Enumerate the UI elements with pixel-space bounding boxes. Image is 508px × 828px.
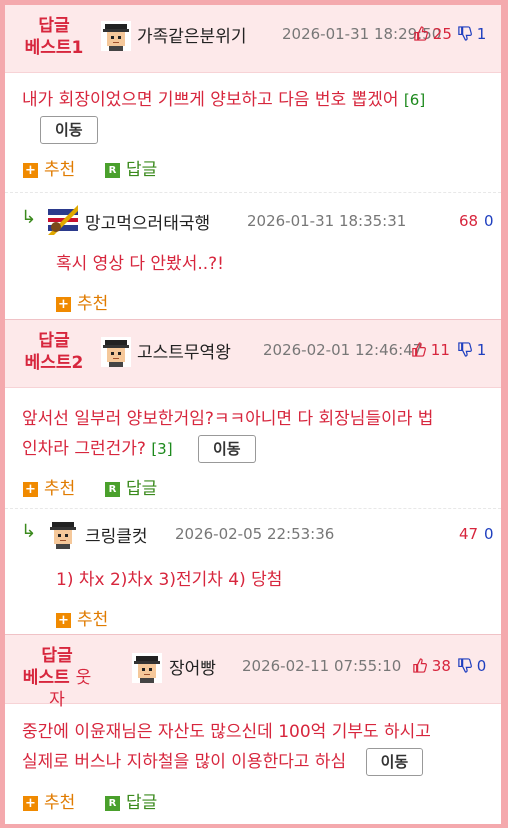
recommend-label: 추천 xyxy=(44,160,76,180)
recommend-button[interactable]: + 추천 xyxy=(56,605,108,630)
recommend-label: 추천 xyxy=(77,294,109,314)
recommend-label: 추천 xyxy=(77,610,109,630)
best-comment-1: 답글 베스트1 가족같은분위기 2026-01-31 18:29:50 25 1… xyxy=(5,5,501,192)
badge-title: 답글 xyxy=(38,331,70,351)
downvote-count: 1 xyxy=(476,25,487,43)
thumbs-down-icon xyxy=(457,26,472,41)
comment-date: 2026-02-11 07:55:10 xyxy=(242,657,402,675)
downvote-count: 0 xyxy=(476,657,487,675)
comment-date: 2026-01-31 18:35:31 xyxy=(247,212,407,230)
comment-header: 답글 베스트 웃자 장어빵 2026-02-11 07:55:10 38 0 xyxy=(5,635,501,710)
reply-item: ↳ 망고먹으러태국행 2026-01-31 18:35:31 68 0 혹시 영… xyxy=(5,192,501,320)
downvote-button[interactable]: 0 xyxy=(457,657,486,675)
badge-title: 답글 xyxy=(38,16,70,36)
best-comment-funny: 답글 베스트 웃자 장어빵 2026-02-11 07:55:10 38 0 중… xyxy=(5,635,501,824)
avatar[interactable] xyxy=(48,205,78,235)
nickname[interactable]: 가족같은분위기 xyxy=(137,22,246,47)
reply-text: 1) 차x 2)차x 3)전기차 4) 당첨 xyxy=(56,570,283,590)
comment-text: 중간에 이윤재님은 자산도 많으신데 100억 기부도 하시고 xyxy=(22,722,431,742)
comment-body: 앞서선 일부러 양보한거임?ㅋㅋ아니면 다 회장님들이라 법 인차라 그런건가?… xyxy=(22,404,497,464)
best-badge: 답글 베스트2 xyxy=(19,330,89,374)
best-badge: 답글 베스트1 xyxy=(19,15,89,59)
comment-header: 답글 베스트2 고스트무역왕 2026-02-01 12:46:47 11 1 xyxy=(5,320,501,388)
comment-header: 답글 베스트1 가족같은분위기 2026-01-31 18:29:50 25 1 xyxy=(5,5,501,73)
upvote-button[interactable]: 11 xyxy=(411,341,450,359)
downvote-button[interactable]: 1 xyxy=(457,25,486,43)
recommend-button[interactable]: + 추천 xyxy=(56,289,108,314)
recommend-label: 추천 xyxy=(44,479,76,499)
comment-list: 답글 베스트1 가족같은분위기 2026-01-31 18:29:50 25 1… xyxy=(5,5,501,824)
nickname[interactable]: 장어빵 xyxy=(169,654,216,679)
upvote-button[interactable]: 25 xyxy=(413,25,452,43)
comment-body: 내가 회장이었으면 기쁘게 양보하고 다음 번호 뽑겠어 [6] 이동 xyxy=(22,85,492,145)
reply-count: [3] xyxy=(151,440,173,458)
reply-button[interactable]: R 답글 xyxy=(105,788,157,813)
reply-label: 답글 xyxy=(126,479,158,499)
downvote-count[interactable]: 0 xyxy=(484,525,494,543)
downvote-button[interactable]: 1 xyxy=(457,341,486,359)
thumbs-down-icon xyxy=(457,658,472,673)
recommend-button[interactable]: + 추천 xyxy=(23,474,75,499)
upvote-count: 38 xyxy=(431,657,451,675)
recommend-button[interactable]: + 추천 xyxy=(23,155,75,180)
avatar[interactable] xyxy=(48,519,78,549)
comment-date: 2026-02-01 12:46:47 xyxy=(263,341,423,359)
recommend-label: 추천 xyxy=(44,793,76,813)
plus-box-icon: + xyxy=(23,795,38,811)
reply-arrow-icon: ↳ xyxy=(21,207,37,228)
plus-box-icon: + xyxy=(23,162,38,178)
upvote-count[interactable]: 68 xyxy=(459,212,478,230)
recommend-button[interactable]: + 추천 xyxy=(23,788,75,813)
reply-button[interactable]: R 답글 xyxy=(105,155,157,180)
comment-date: 2026-02-05 22:53:36 xyxy=(175,525,335,543)
reply-text: 혹시 영상 다 안봤서..?! xyxy=(56,254,224,274)
comment-text: 인차라 그런건가? xyxy=(22,439,146,459)
thumbs-up-icon xyxy=(413,26,428,41)
r-box-icon: R xyxy=(105,795,120,811)
avatar[interactable] xyxy=(132,653,162,683)
r-box-icon: R xyxy=(105,162,120,178)
plus-box-icon: + xyxy=(56,296,71,312)
nickname[interactable]: 고스트무역왕 xyxy=(137,338,231,363)
plus-box-icon: + xyxy=(23,481,38,497)
best-badge: 답글 베스트 웃자 xyxy=(17,645,97,711)
upvote-count: 25 xyxy=(432,25,452,43)
nickname[interactable]: 크링클컷 xyxy=(85,522,148,547)
upvote-count[interactable]: 47 xyxy=(459,525,478,543)
comment-text: 내가 회장이었으면 기쁘게 양보하고 다음 번호 뽑겠어 xyxy=(22,90,399,110)
reply-item: ↳ 크링클컷 2026-02-05 22:53:36 47 0 1) 차x 2)… xyxy=(5,508,501,635)
badge-title: 답글 xyxy=(41,646,73,666)
avatar[interactable] xyxy=(101,21,131,51)
thumbs-down-icon xyxy=(457,342,472,357)
upvote-button[interactable]: 38 xyxy=(412,657,451,675)
reply-label: 답글 xyxy=(126,160,158,180)
reply-count: [6] xyxy=(403,91,426,109)
reply-button[interactable]: R 답글 xyxy=(105,474,157,499)
badge-rank: 베스트2 xyxy=(24,353,84,373)
badge-rank: 베스트 xyxy=(22,668,70,688)
downvote-count[interactable]: 0 xyxy=(484,212,494,230)
thumbs-up-icon xyxy=(412,658,427,673)
move-button[interactable]: 이동 xyxy=(40,116,98,144)
reply-arrow-icon: ↳ xyxy=(21,521,37,542)
upvote-count: 11 xyxy=(430,341,450,359)
comment-body: 중간에 이윤재님은 자산도 많으신데 100억 기부도 하시고 실제로 버스나 … xyxy=(22,717,497,777)
avatar[interactable] xyxy=(101,337,131,367)
move-button[interactable]: 이동 xyxy=(197,435,256,463)
comment-text: 앞서선 일부러 양보한거임?ㅋㅋ아니면 다 회장님들이라 법 xyxy=(22,409,434,429)
nickname[interactable]: 망고먹으러태국행 xyxy=(85,209,210,234)
thumbs-up-icon xyxy=(411,342,426,357)
r-box-icon: R xyxy=(105,481,120,497)
plus-box-icon: + xyxy=(56,612,71,628)
move-button[interactable]: 이동 xyxy=(365,748,424,776)
comment-text: 실제로 버스나 지하철을 많이 이용한다고 하심 xyxy=(22,752,347,772)
badge-rank: 베스트1 xyxy=(24,38,84,58)
best-comment-2: 답글 베스트2 고스트무역왕 2026-02-01 12:46:47 11 1 … xyxy=(5,320,501,508)
downvote-count: 1 xyxy=(476,341,487,359)
reply-label: 답글 xyxy=(126,793,158,813)
